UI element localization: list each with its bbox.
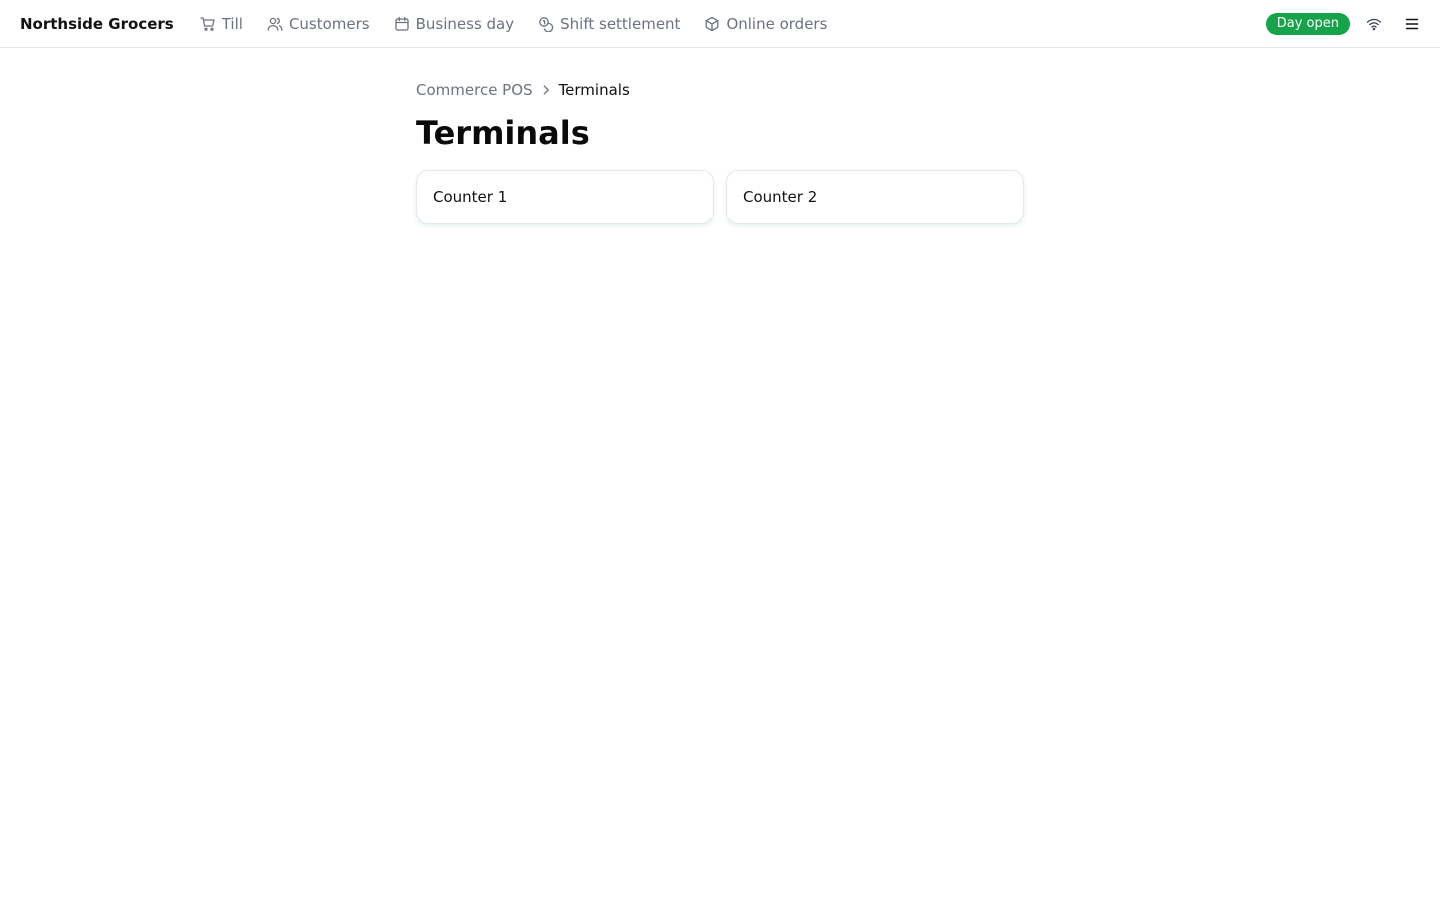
brand-name[interactable]: Northside Grocers	[20, 15, 174, 33]
page-title: Terminals	[416, 114, 590, 152]
nav-item-shift-settlement[interactable]: Shift settlement	[538, 15, 680, 33]
coins-icon	[538, 16, 554, 32]
nav-item-label: Shift settlement	[560, 14, 681, 33]
calendar-icon	[394, 16, 410, 32]
top-navigation-bar: Northside Grocers Till Customers Busines…	[0, 0, 1440, 48]
terminal-card-counter-2[interactable]: Counter 2	[726, 170, 1024, 224]
nav-item-till[interactable]: Till	[200, 15, 243, 33]
nav-item-label: Customers	[288, 14, 370, 33]
breadcrumb-current: Terminals	[558, 81, 630, 99]
package-icon	[704, 16, 720, 32]
status-area: Day open	[1265, 10, 1420, 38]
users-icon	[267, 16, 283, 32]
chevron-right-icon	[533, 83, 559, 97]
nav-item-customers[interactable]: Customers	[267, 15, 370, 33]
day-status-badge: Day open	[1265, 12, 1350, 35]
nav-item-business-day[interactable]: Business day	[394, 14, 515, 33]
hamburger-menu-icon[interactable]	[1398, 10, 1426, 38]
cart-icon	[200, 16, 216, 32]
terminal-list: Counter 1 Counter 2	[416, 170, 1024, 224]
breadcrumb-link-commerce-pos[interactable]: Commerce POS	[416, 81, 533, 99]
main-nav: Till Customers Business day Shift settle…	[200, 15, 852, 33]
wifi-icon[interactable]	[1360, 10, 1388, 38]
nav-item-label: Online orders	[726, 14, 828, 33]
main-content: Commerce POS Terminals Terminals Counter…	[416, 80, 1024, 224]
nav-item-label: Business day	[415, 14, 515, 33]
nav-item-label: Till	[221, 14, 243, 33]
breadcrumb: Commerce POS Terminals	[416, 80, 1024, 100]
terminal-name: Counter 2	[743, 188, 818, 206]
terminal-card-counter-1[interactable]: Counter 1	[416, 170, 714, 224]
nav-item-online-orders[interactable]: Online orders	[704, 15, 827, 33]
terminal-name: Counter 1	[433, 188, 508, 206]
